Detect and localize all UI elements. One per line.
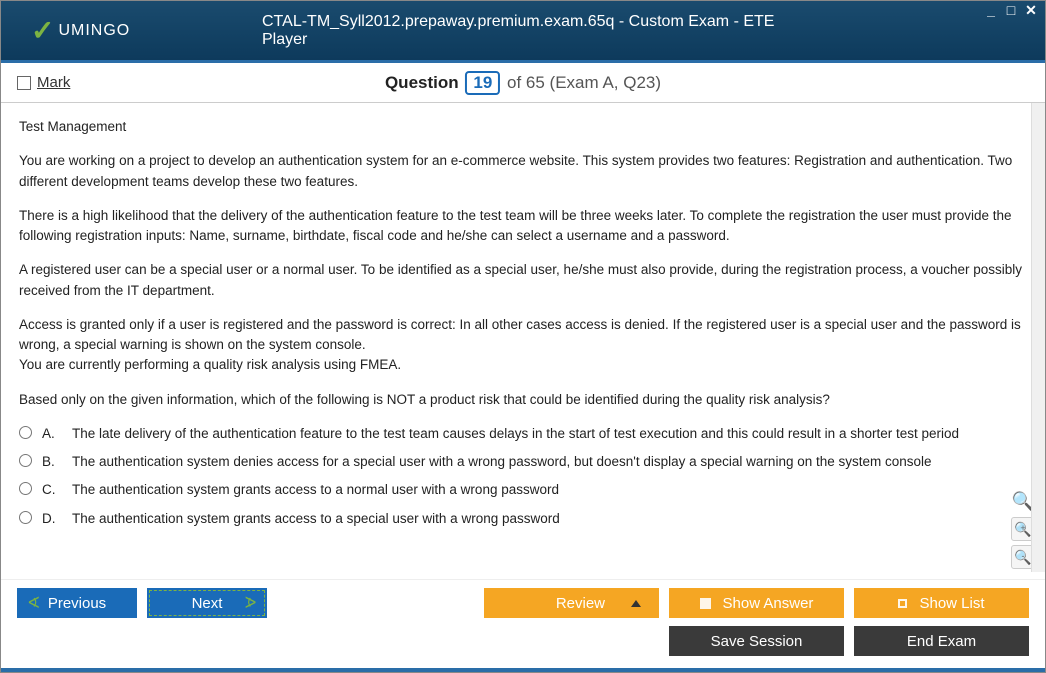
- bottom-accent-bar: [1, 668, 1045, 672]
- option-a[interactable]: A. The late delivery of the authenticati…: [19, 424, 1027, 444]
- radio-d[interactable]: [19, 511, 32, 524]
- logo-text: UMINGO: [58, 22, 130, 40]
- vertical-scrollbar[interactable]: [1031, 103, 1045, 572]
- mark-checkbox-group[interactable]: Mark: [17, 74, 70, 91]
- window-title: CTAL-TM_Syll2012.prepaway.premium.exam.6…: [262, 13, 784, 49]
- title-bar: ✓ UMINGO CTAL-TM_Syll2012.prepaway.premi…: [1, 1, 1045, 63]
- option-b[interactable]: B. The authentication system denies acce…: [19, 452, 1027, 472]
- option-d[interactable]: D. The authentication system grants acce…: [19, 509, 1027, 529]
- review-button[interactable]: Review: [484, 588, 659, 618]
- option-letter: D.: [42, 509, 62, 529]
- paragraph: Access is granted only if a user is regi…: [19, 315, 1027, 376]
- end-exam-button[interactable]: End Exam: [854, 626, 1029, 656]
- window-controls: _ □ ✕: [983, 3, 1039, 17]
- minimize-button[interactable]: _: [983, 3, 999, 17]
- question-info: Question 19 of 65 (Exam A, Q23): [385, 71, 661, 95]
- option-text: The authentication system grants access …: [72, 480, 559, 500]
- chevron-up-icon: [631, 600, 641, 607]
- radio-a[interactable]: [19, 426, 32, 439]
- show-answer-button[interactable]: Show Answer: [669, 588, 844, 618]
- square-icon: [898, 599, 907, 608]
- question-header: Mark Question 19 of 65 (Exam A, Q23): [1, 63, 1045, 103]
- paragraph: A registered user can be a special user …: [19, 260, 1027, 301]
- next-button[interactable]: Next: [147, 588, 267, 618]
- previous-button[interactable]: Previous: [17, 588, 137, 618]
- mark-checkbox[interactable]: [17, 76, 31, 90]
- option-letter: C.: [42, 480, 62, 500]
- question-label: Question: [385, 73, 459, 92]
- app-window: ✓ UMINGO CTAL-TM_Syll2012.prepaway.premi…: [0, 0, 1046, 673]
- footer: Previous Next Review Show Answer Show Li…: [1, 579, 1045, 668]
- paragraph: Based only on the given information, whi…: [19, 390, 1027, 410]
- logo: ✓ UMINGO: [31, 14, 130, 47]
- option-letter: A.: [42, 424, 62, 444]
- question-total: of 65 (Exam A, Q23): [507, 73, 661, 92]
- show-list-button[interactable]: Show List: [854, 588, 1029, 618]
- paragraph: There is a high likelihood that the deli…: [19, 206, 1027, 247]
- logo-check-icon: ✓: [31, 14, 54, 47]
- maximize-button[interactable]: □: [1003, 3, 1019, 17]
- option-text: The authentication system grants access …: [72, 509, 560, 529]
- square-icon: [700, 598, 711, 609]
- save-session-button[interactable]: Save Session: [669, 626, 844, 656]
- option-letter: B.: [42, 452, 62, 472]
- answer-options: A. The late delivery of the authenticati…: [19, 424, 1027, 529]
- paragraph: You are working on a project to develop …: [19, 151, 1027, 192]
- topic-label: Test Management: [19, 117, 1027, 137]
- close-button[interactable]: ✕: [1023, 3, 1039, 17]
- option-c[interactable]: C. The authentication system grants acce…: [19, 480, 1027, 500]
- option-text: The authentication system denies access …: [72, 452, 932, 472]
- mark-label: Mark: [37, 74, 70, 91]
- question-number-input[interactable]: 19: [465, 71, 500, 95]
- question-content: Test Management You are working on a pro…: [1, 103, 1045, 579]
- option-text: The late delivery of the authentication …: [72, 424, 959, 444]
- radio-c[interactable]: [19, 482, 32, 495]
- radio-b[interactable]: [19, 454, 32, 467]
